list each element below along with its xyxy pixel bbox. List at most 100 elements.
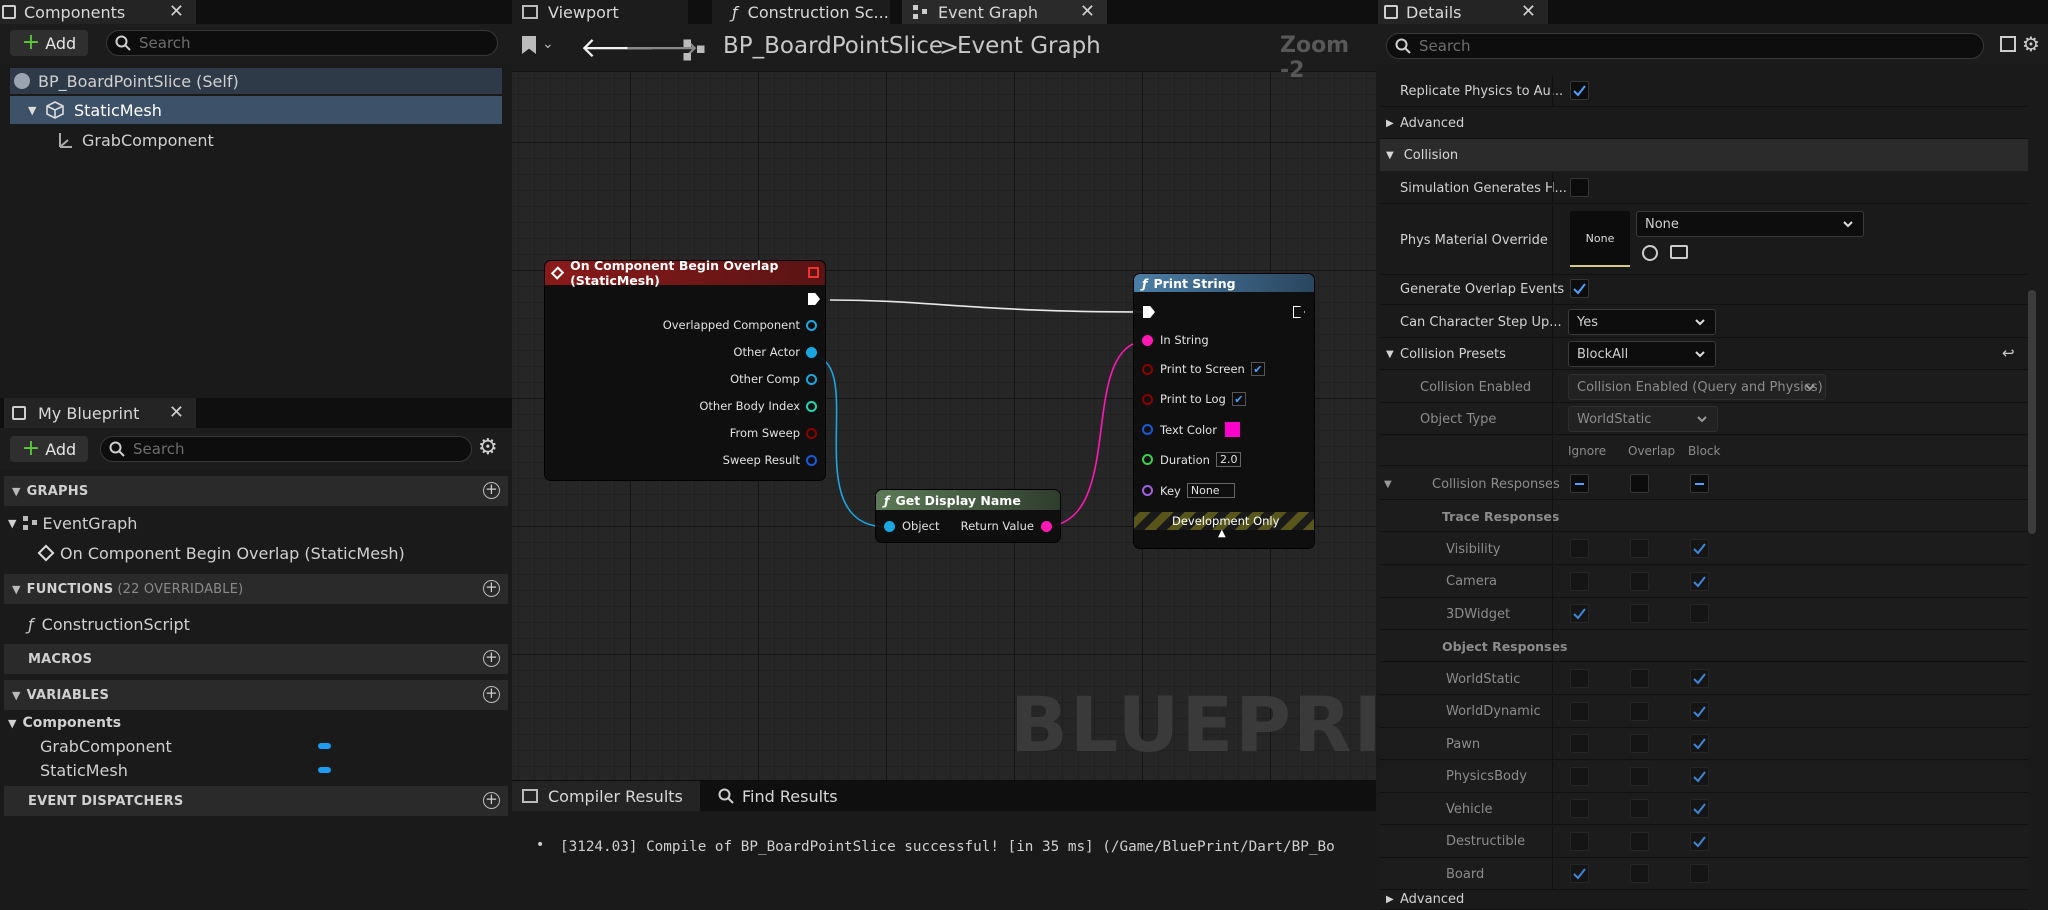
tree-item-event[interactable]: On Component Begin Overlap (StaticMesh) xyxy=(37,540,405,566)
pin-from-sweep[interactable]: From Sweep xyxy=(730,426,817,440)
table-view-icon[interactable] xyxy=(2000,36,2016,52)
collapse-arrow-icon[interactable]: ▼ xyxy=(1384,468,1392,500)
responses-overlap-checkbox[interactable] xyxy=(1630,474,1649,493)
myblueprint-search-input[interactable]: Search xyxy=(100,436,472,462)
add-macro-icon[interactable]: + xyxy=(483,650,500,667)
collision-enabled-combo[interactable]: Collision Enabled (Query and Physics) xyxy=(1568,374,1826,400)
tree-item-constructionscript[interactable]: ƒ ConstructionScript xyxy=(28,611,190,637)
pin-key[interactable]: Key None xyxy=(1142,483,1235,498)
tab-my-blueprint[interactable]: My Blueprint ✕ xyxy=(4,398,196,428)
collapse-arrow-icon[interactable]: ▼ xyxy=(1386,338,1394,370)
channel-block-checkbox[interactable] xyxy=(1690,701,1709,721)
delegate-pin-icon[interactable] xyxy=(808,267,819,278)
use-selected-icon[interactable] xyxy=(1642,245,1658,261)
channel-overlap-checkbox[interactable] xyxy=(1630,734,1649,753)
components-search-input[interactable]: Search xyxy=(106,30,498,56)
channel-ignore-checkbox[interactable] xyxy=(1570,734,1589,753)
get-display-name-node[interactable]: ƒ Get Display Name Object Return Value xyxy=(876,490,1060,542)
section-functions[interactable]: ▼ FUNCTIONS (22 OVERRIDABLE) + xyxy=(4,574,508,604)
channel-ignore-checkbox[interactable] xyxy=(1570,864,1589,883)
channel-overlap-checkbox[interactable] xyxy=(1630,604,1649,623)
channel-ignore-checkbox[interactable] xyxy=(1570,799,1589,818)
pin-other-comp[interactable]: Other Comp xyxy=(730,372,817,386)
channel-overlap-checkbox[interactable] xyxy=(1630,571,1649,591)
close-icon[interactable]: ✕ xyxy=(169,1,184,22)
event-node[interactable]: On Component Begin Overlap (StaticMesh) … xyxy=(545,258,825,480)
section-event-dispatchers[interactable]: EVENT DISPATCHERS + xyxy=(4,786,508,816)
channel-overlap-checkbox[interactable] xyxy=(1630,799,1649,818)
pin-print-to-log[interactable]: Print to Log ✔ xyxy=(1142,392,1246,406)
pin-in-string[interactable]: In String xyxy=(1142,333,1209,347)
section-graphs[interactable]: ▼ GRAPHS + xyxy=(4,476,508,506)
tab-components[interactable]: Components ✕ xyxy=(0,0,196,24)
gear-icon[interactable]: ⚙ xyxy=(478,436,498,460)
channel-block-checkbox[interactable] xyxy=(1690,571,1709,591)
channel-ignore-checkbox[interactable] xyxy=(1570,604,1589,623)
row-advanced-bottom[interactable]: ▶ Advanced xyxy=(1380,888,2028,910)
add-variable-icon[interactable]: + xyxy=(483,686,500,703)
expand-pins-icon[interactable]: ▲ xyxy=(1218,528,1226,539)
details-scrollbar[interactable] xyxy=(2028,290,2036,534)
exec-in-pin[interactable] xyxy=(1143,306,1155,318)
add-function-icon[interactable]: + xyxy=(483,580,500,597)
channel-overlap-checkbox[interactable] xyxy=(1630,701,1649,721)
replicate-physics-checkbox[interactable] xyxy=(1570,81,1589,100)
phys-material-thumbnail[interactable]: None xyxy=(1570,211,1630,267)
print-to-log-checkbox[interactable]: ✔ xyxy=(1231,392,1246,406)
tab-details[interactable]: Details ✕ xyxy=(1378,0,1548,24)
variable-category-components[interactable]: ▼ Components xyxy=(8,712,121,734)
channel-overlap-checkbox[interactable] xyxy=(1630,539,1649,558)
channel-block-checkbox[interactable] xyxy=(1690,734,1709,753)
pin-return-value[interactable]: Return Value xyxy=(961,519,1052,533)
channel-block-checkbox[interactable] xyxy=(1690,864,1709,883)
responses-block-checkbox[interactable] xyxy=(1690,474,1709,493)
object-type-combo[interactable]: WorldStatic xyxy=(1568,406,1718,432)
pin-other-body-index[interactable]: Other Body Index xyxy=(699,399,817,413)
channel-ignore-checkbox[interactable] xyxy=(1570,539,1589,558)
pin-other-actor[interactable]: Other Actor xyxy=(733,345,817,359)
browse-icon[interactable] xyxy=(1670,245,1688,259)
sim-generates-hit-checkbox[interactable] xyxy=(1570,178,1589,197)
pin-duration[interactable]: Duration 2.0 xyxy=(1142,452,1242,467)
add-component-button[interactable]: + Add xyxy=(10,30,88,56)
exec-out-pin[interactable] xyxy=(808,293,820,305)
channel-overlap-checkbox[interactable] xyxy=(1630,831,1649,851)
text-color-swatch[interactable] xyxy=(1224,422,1240,437)
add-graph-icon[interactable]: + xyxy=(483,482,500,499)
channel-ignore-checkbox[interactable] xyxy=(1570,766,1589,786)
key-input[interactable]: None xyxy=(1186,483,1235,498)
row-advanced[interactable]: ▶ Advanced xyxy=(1380,107,2028,139)
tab-compiler-results[interactable]: Compiler Results xyxy=(512,781,700,811)
channel-block-checkbox[interactable] xyxy=(1690,669,1709,688)
channel-overlap-checkbox[interactable] xyxy=(1630,864,1649,883)
channel-block-checkbox[interactable] xyxy=(1690,799,1709,818)
channel-block-checkbox[interactable] xyxy=(1690,831,1709,851)
channel-overlap-checkbox[interactable] xyxy=(1630,766,1649,786)
channel-block-checkbox[interactable] xyxy=(1690,604,1709,623)
pin-sweep-result[interactable]: Sweep Result xyxy=(723,453,817,467)
reset-to-default-icon[interactable]: ↩ xyxy=(2002,344,2015,362)
add-dispatcher-icon[interactable]: + xyxy=(483,792,500,809)
close-icon[interactable]: ✕ xyxy=(1521,1,1536,22)
duration-input[interactable]: 2.0 xyxy=(1215,452,1242,467)
tab-find-results[interactable]: Find Results xyxy=(708,781,848,811)
variable-item[interactable]: StaticMesh xyxy=(40,758,128,782)
channel-ignore-checkbox[interactable] xyxy=(1570,831,1589,851)
channel-block-checkbox[interactable] xyxy=(1690,539,1709,558)
responses-ignore-checkbox[interactable] xyxy=(1570,474,1589,493)
category-collision[interactable]: ▼ Collision xyxy=(1380,139,2028,171)
variable-item[interactable]: GrabComponent xyxy=(40,734,172,758)
pin-text-color[interactable]: Text Color xyxy=(1142,422,1240,437)
tree-item-eventgraph[interactable]: ▼ EventGraph xyxy=(8,510,137,536)
section-macros[interactable]: MACROS + xyxy=(4,644,508,674)
channel-ignore-checkbox[interactable] xyxy=(1570,571,1589,591)
tree-item-staticmesh[interactable]: ▼ StaticMesh xyxy=(10,96,502,124)
pin-overlapped-component[interactable]: Overlapped Component xyxy=(663,318,817,332)
close-icon[interactable]: ✕ xyxy=(169,402,184,423)
add-member-button[interactable]: + Add xyxy=(10,436,88,462)
print-to-screen-checkbox[interactable]: ✔ xyxy=(1250,362,1265,376)
channel-ignore-checkbox[interactable] xyxy=(1570,669,1589,688)
channel-overlap-checkbox[interactable] xyxy=(1630,669,1649,688)
channel-ignore-checkbox[interactable] xyxy=(1570,701,1589,721)
details-search-input[interactable]: Search xyxy=(1386,33,1984,59)
